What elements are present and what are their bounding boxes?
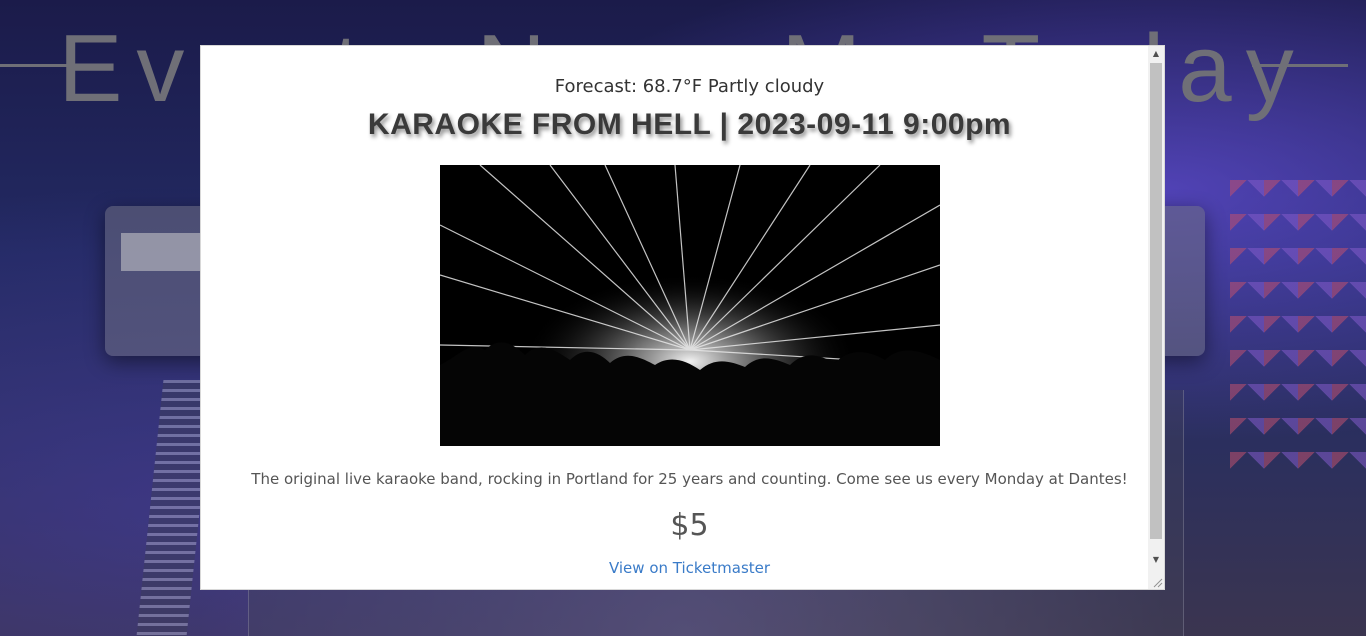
event-modal: Forecast: 68.7°F Partly cloudy KARAOKE F… bbox=[201, 46, 1164, 589]
title-rule-right bbox=[1252, 64, 1348, 67]
modal-scrollbar[interactable]: ▲ ▼ bbox=[1148, 46, 1164, 589]
page-background: Events Near Me Today Forecast: 68.7°F Pa… bbox=[0, 0, 1366, 636]
scroll-up-arrow-icon[interactable]: ▲ bbox=[1148, 46, 1164, 62]
event-title: KARAOKE FROM HELL | 2023-09-11 9:00pm bbox=[367, 108, 1012, 141]
scrollbar-thumb[interactable] bbox=[1150, 63, 1162, 539]
view-on-ticketmaster-link[interactable]: View on Ticketmaster bbox=[609, 559, 770, 577]
weather-forecast: Forecast: 68.7°F Partly cloudy bbox=[554, 76, 825, 97]
background-search-input bbox=[121, 233, 211, 271]
event-image bbox=[440, 165, 940, 446]
ticket-link-container: View on Ticketmaster bbox=[201, 559, 1164, 577]
scroll-down-arrow-icon[interactable]: ▼ bbox=[1148, 552, 1164, 568]
modal-content: Forecast: 68.7°F Partly cloudy KARAOKE F… bbox=[201, 46, 1148, 589]
ticket-price: $5 bbox=[670, 508, 709, 543]
resize-grip-icon[interactable] bbox=[1148, 573, 1164, 589]
event-description: The original live karaoke band, rocking … bbox=[251, 470, 1128, 488]
background-light-panel bbox=[1230, 180, 1366, 480]
